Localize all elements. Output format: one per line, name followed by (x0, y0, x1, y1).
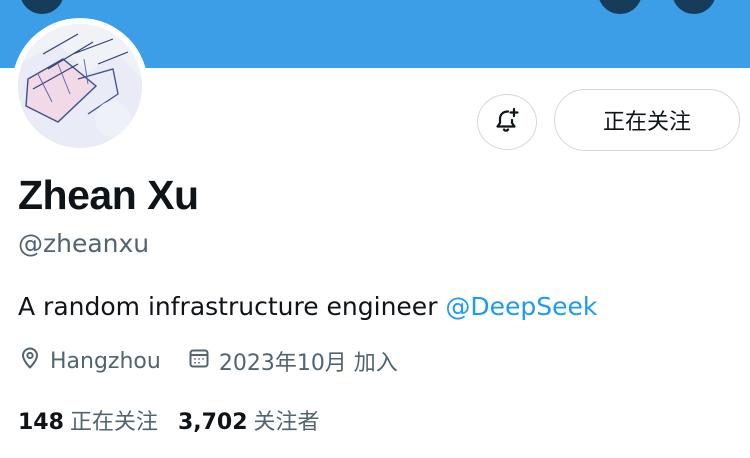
back-button[interactable] (20, 0, 64, 14)
following-label: 正在关注 (69, 410, 158, 435)
notifications-button[interactable] (477, 94, 537, 150)
following-link[interactable]: 148 正在关注 (18, 404, 158, 436)
location: Hangzhou (18, 346, 161, 376)
following-button[interactable]: 正在关注 (554, 89, 740, 151)
location-text: Hangzhou (50, 348, 161, 374)
join-date-text: 2023年10月 加入 (218, 351, 398, 376)
profile-stats: 148 正在关注 3,702 关注者 (18, 402, 340, 438)
search-button[interactable] (598, 0, 642, 14)
bio-text: A random infrastructure engineer (18, 292, 446, 321)
bio: A random infrastructure engineer @DeepSe… (18, 290, 597, 324)
followers-label: 关注者 (253, 410, 320, 435)
bio-mention-link[interactable]: @DeepSeek (445, 292, 597, 321)
username: @zheanxu (18, 229, 150, 258)
more-button[interactable] (672, 0, 716, 14)
join-date: 2023年10月 加入 (187, 345, 398, 377)
profile-meta: Hangzhou 2023年10月 加入 (18, 343, 424, 379)
avatar-image (18, 24, 142, 148)
bell-plus-icon (493, 106, 521, 138)
location-pin-icon (18, 346, 50, 376)
avatar[interactable] (12, 18, 148, 154)
display-name: Zhean Xu (18, 172, 199, 218)
followers-count: 3,702 (177, 410, 248, 435)
calendar-icon (187, 346, 219, 376)
followers-link[interactable]: 3,702 关注者 (178, 404, 320, 436)
following-count: 148 (18, 410, 64, 435)
